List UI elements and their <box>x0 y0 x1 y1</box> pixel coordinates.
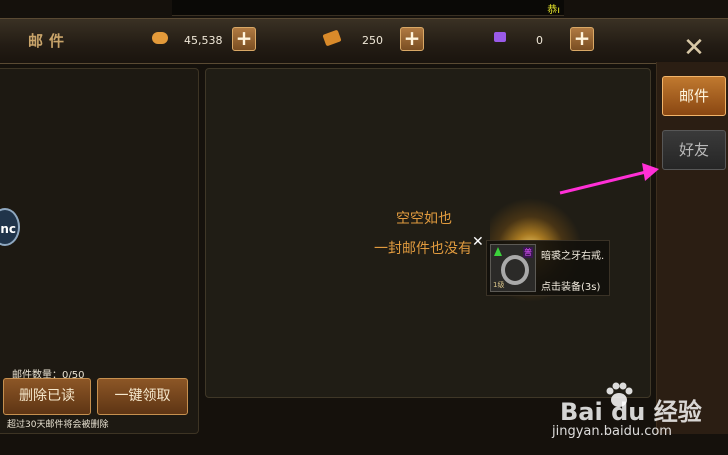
watermark-logo: Bai du 经验 <box>560 398 702 426</box>
watermark-url: jingyan.baidu.com <box>552 424 672 439</box>
